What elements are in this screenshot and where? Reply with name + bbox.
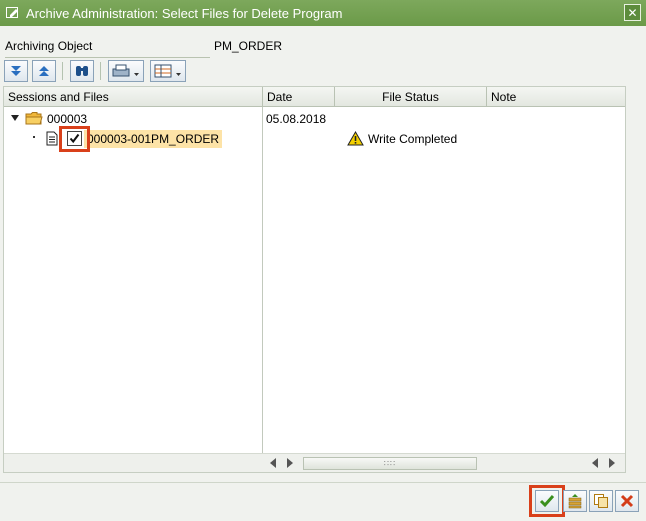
- toolbar-separator: [62, 62, 63, 80]
- file-row[interactable]: 000003-001PM_ORDER Write Completed: [4, 129, 625, 149]
- layout-button[interactable]: [150, 60, 186, 82]
- select-all-icon: [568, 494, 582, 509]
- column-header-date[interactable]: Date: [263, 87, 335, 107]
- toolbar-separator: [100, 62, 101, 80]
- warning-icon: [347, 131, 364, 146]
- scroll-right-icon[interactable]: [287, 458, 293, 468]
- expand-triangle-icon[interactable]: [10, 114, 20, 122]
- file-status: Write Completed: [368, 132, 458, 146]
- scroll-left-icon[interactable]: [592, 458, 598, 468]
- column-header-row: Sessions and Files Date File Status Note: [4, 87, 625, 107]
- tree-connector-dot: [33, 136, 35, 138]
- checkbox-highlight: [59, 126, 90, 152]
- session-name: 000003: [47, 112, 88, 126]
- document-icon: [46, 131, 58, 146]
- edit-window-icon: [6, 7, 18, 18]
- field-underline: [5, 57, 210, 58]
- dialog-content: Archiving Object PM_ORDER Sessions and F…: [0, 26, 646, 521]
- continue-highlight: [529, 485, 565, 517]
- find-icon: [76, 66, 88, 76]
- collapse-all-button[interactable]: [32, 60, 56, 82]
- folder-icon: [25, 112, 43, 125]
- title-bar: Archive Administration: Select Files for…: [0, 0, 646, 26]
- tree-toolbar: [4, 60, 644, 84]
- select-all-button[interactable]: [563, 490, 587, 512]
- column-splitter[interactable]: [262, 107, 263, 453]
- window-title: Archive Administration: Select Files for…: [26, 5, 343, 21]
- find-button[interactable]: [70, 60, 94, 82]
- session-date: 05.08.2018: [266, 112, 327, 126]
- cancel-icon: [620, 494, 634, 508]
- expand-all-icon: [11, 66, 21, 76]
- copy-button[interactable]: [589, 490, 613, 512]
- archiving-object-value: PM_ORDER: [214, 39, 283, 53]
- scrollbar-thumb[interactable]: ∷∷: [303, 457, 477, 470]
- layout-icon: [154, 64, 181, 78]
- copy-icon: [594, 494, 608, 508]
- archiving-object-row: Archiving Object PM_ORDER: [5, 39, 645, 58]
- collapse-all-icon: [39, 66, 49, 76]
- footer-divider: [0, 482, 646, 483]
- scroll-left-icon[interactable]: [270, 458, 276, 468]
- expand-all-button[interactable]: [4, 60, 28, 82]
- column-header-note[interactable]: Note: [487, 87, 625, 107]
- column-header-file-status[interactable]: File Status: [335, 87, 487, 107]
- sessions-tree: Sessions and Files Date File Status Note…: [3, 86, 626, 473]
- print-icon: [112, 64, 139, 77]
- archiving-object-label: Archiving Object: [5, 39, 93, 53]
- close-button[interactable]: ✕: [624, 4, 641, 21]
- scroll-right-icon[interactable]: [609, 458, 615, 468]
- horizontal-scrollbar[interactable]: ∷∷: [4, 453, 625, 472]
- cancel-button[interactable]: [615, 490, 639, 512]
- print-button[interactable]: [108, 60, 144, 82]
- column-header-sessions[interactable]: Sessions and Files: [4, 87, 263, 107]
- close-icon: ✕: [627, 5, 638, 20]
- file-name: 000003-001PM_ORDER: [87, 132, 220, 146]
- session-row[interactable]: 000003 05.08.2018: [4, 109, 625, 129]
